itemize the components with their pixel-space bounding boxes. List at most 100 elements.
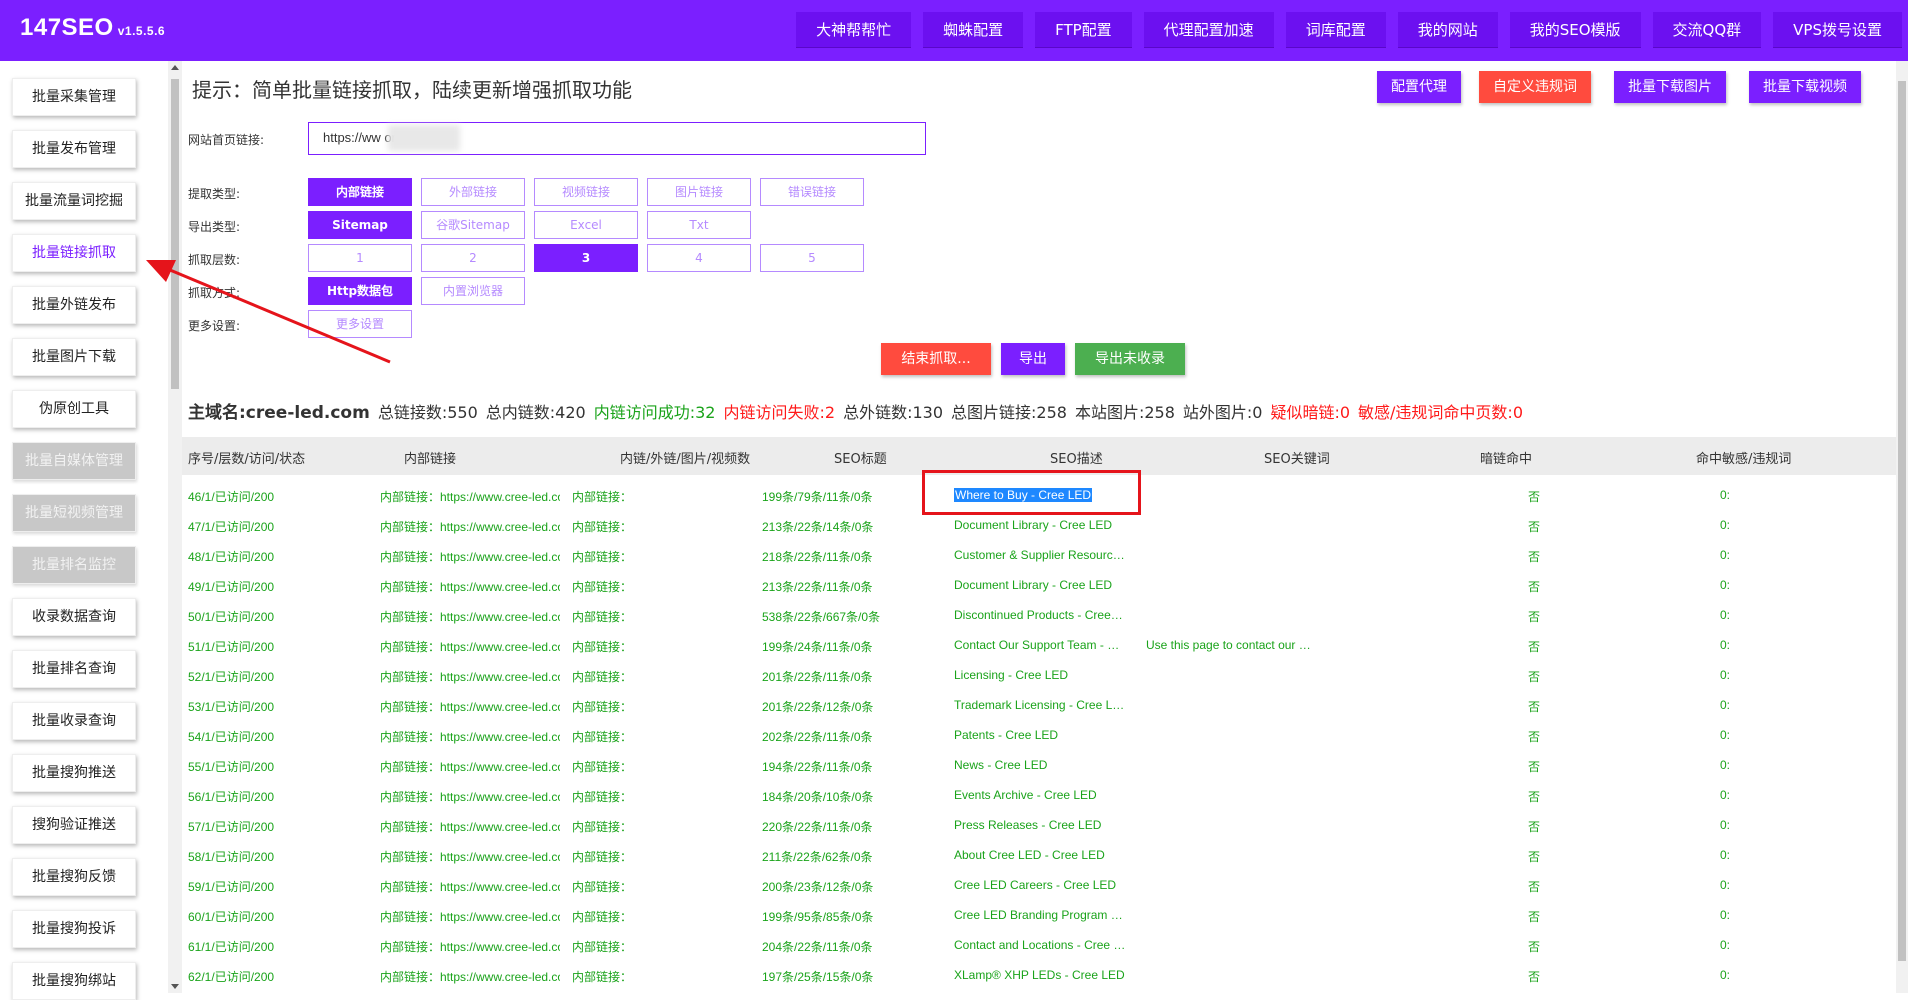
- annotation-highlight-box: [922, 470, 1141, 515]
- stat-external-links: 总外链数:130: [843, 403, 943, 422]
- main-scroll-thumb[interactable]: [1898, 81, 1906, 961]
- nav-seo-templates-button[interactable]: 我的SEO模版: [1509, 12, 1641, 48]
- cell-internal-link: 内部链接：https://www.cree-led.com/: [380, 940, 560, 954]
- table-row[interactable]: 58/1/已访问/200 内部链接：https://www.cree-led.co…: [188, 848, 1888, 878]
- sidebar-item-sogou-push[interactable]: 批量搜狗推送: [12, 754, 136, 792]
- sidebar-item-sogou-feedback[interactable]: 批量搜狗反馈: [12, 858, 136, 896]
- extract-external-option[interactable]: 外部链接: [421, 178, 525, 206]
- config-proxy-button[interactable]: 配置代理: [1377, 71, 1461, 103]
- cell-hidden-link: 否: [1528, 820, 1541, 834]
- batch-download-videos-button[interactable]: 批量下载视频: [1749, 71, 1861, 103]
- nav-help-button[interactable]: 大神帮帮忙: [796, 12, 912, 48]
- stop-crawl-button[interactable]: 结束抓取...: [881, 343, 991, 375]
- cell-link-type: 内部链接：: [572, 910, 633, 924]
- nav-my-sites-button[interactable]: 我的网站: [1397, 12, 1498, 48]
- sidebar-scrollbar[interactable]: [168, 61, 182, 993]
- depth-4-option[interactable]: 4: [647, 244, 751, 272]
- sidebar-item-batch-publish[interactable]: 批量发布管理: [12, 130, 136, 168]
- table-row[interactable]: 47/1/已访问/200 内部链接：https://www.cree-led.co…: [188, 518, 1888, 548]
- scroll-up-icon[interactable]: [171, 65, 179, 70]
- table-row[interactable]: 59/1/已访问/200 内部链接：https://www.cree-led.co…: [188, 878, 1888, 908]
- sidebar-item-rank-monitor[interactable]: 批量排名监控: [12, 546, 136, 584]
- depth-1-option[interactable]: 1: [308, 244, 412, 272]
- sidebar-item-backlink-publish[interactable]: 批量外链发布: [12, 286, 136, 324]
- table-row[interactable]: 50/1/已访问/200 内部链接：https://www.cree-led.co…: [188, 608, 1888, 638]
- sidebar-item-image-download[interactable]: 批量图片下载: [12, 338, 136, 376]
- nav-qq-group-button[interactable]: 交流QQ群: [1652, 12, 1762, 48]
- table-row[interactable]: 56/1/已访问/200 内部链接：https://www.cree-led.co…: [188, 788, 1888, 818]
- custom-violation-words-button[interactable]: 自定义违规词: [1479, 71, 1591, 103]
- extract-type-label: 提取类型:: [188, 187, 241, 201]
- cell-sensitive-hit: 0:: [1720, 818, 1731, 832]
- sidebar-item-media-manage[interactable]: 批量自媒体管理: [12, 442, 136, 480]
- nav-spider-config-button[interactable]: 蜘蛛配置: [923, 12, 1024, 48]
- cell-sensitive-hit: 0:: [1720, 668, 1731, 682]
- cell-seq: 61/1/已访问/200: [188, 940, 275, 954]
- export-google-sitemap-option[interactable]: 谷歌Sitemap: [421, 211, 525, 239]
- extract-error-option[interactable]: 错误链接: [760, 178, 864, 206]
- depth-2-option[interactable]: 2: [421, 244, 525, 272]
- sidebar-item-batch-collect[interactable]: 批量采集管理: [12, 78, 136, 116]
- url-label: 网站首页链接:: [188, 133, 265, 147]
- sidebar-item-sogou-bind[interactable]: 批量搜狗绑站: [12, 962, 136, 1000]
- cell-counts: 201条/22条/12条/0条: [762, 700, 874, 714]
- export-excel-option[interactable]: Excel: [534, 211, 638, 239]
- cell-seo-title: Licensing - Cree LED: [954, 668, 1069, 682]
- table-row[interactable]: 62/1/已访问/200 内部链接：https://www.cree-led.co…: [188, 968, 1888, 998]
- stat-sensitive-pages: 敏感/违规词命中页数:0: [1358, 403, 1523, 422]
- cell-internal-link: 内部链接：https://www.cree-led.com/: [380, 790, 560, 804]
- nav-wordlib-config-button[interactable]: 词库配置: [1285, 12, 1386, 48]
- table-row[interactable]: 49/1/已访问/200 内部链接：https://www.cree-led.co…: [188, 578, 1888, 608]
- sidebar-scroll-thumb[interactable]: [171, 79, 179, 389]
- export-unindexed-button[interactable]: 导出未收录: [1075, 343, 1185, 375]
- export-sitemap-option[interactable]: Sitemap: [308, 211, 412, 239]
- cell-counts: 199条/79条/11条/0条: [762, 490, 873, 504]
- table-row[interactable]: 52/1/已访问/200 内部链接：https://www.cree-led.co…: [188, 668, 1888, 698]
- more-settings-button[interactable]: 更多设置: [308, 310, 412, 338]
- cell-internal-link: 内部链接：https://www.cree-led.com/: [380, 520, 560, 534]
- table-row[interactable]: 57/1/已访问/200 内部链接：https://www.cree-led.co…: [188, 818, 1888, 848]
- table-row[interactable]: 48/1/已访问/200 内部链接：https://www.cree-led.co…: [188, 548, 1888, 578]
- sidebar-item-pseudo-original[interactable]: 伪原创工具: [12, 390, 136, 428]
- cell-seq: 57/1/已访问/200: [188, 820, 275, 834]
- table-row[interactable]: 51/1/已访问/200 内部链接：https://www.cree-led.co…: [188, 638, 1888, 668]
- extract-image-option[interactable]: 图片链接: [647, 178, 751, 206]
- sidebar-item-sogou-verify-push[interactable]: 搜狗验证推送: [12, 806, 136, 844]
- table-row[interactable]: 60/1/已访问/200 内部链接：https://www.cree-led.co…: [188, 908, 1888, 938]
- extract-video-option[interactable]: 视频链接: [534, 178, 638, 206]
- sidebar-item-batch-index-query[interactable]: 批量收录查询: [12, 702, 136, 740]
- main-scrollbar[interactable]: [1896, 61, 1908, 993]
- sidebar-item-rank-query[interactable]: 批量排名查询: [12, 650, 136, 688]
- extract-internal-option[interactable]: 内部链接: [308, 178, 412, 206]
- cell-seo-title: Contact Our Support Team - Cree LED: [954, 638, 1126, 652]
- cell-seq: 62/1/已访问/200: [188, 970, 275, 984]
- sidebar-item-traffic-words[interactable]: 批量流量词挖掘: [12, 182, 136, 220]
- nav-vps-dial-button[interactable]: VPS拨号设置: [1773, 12, 1902, 48]
- sidebar-item-index-query[interactable]: 收录数据查询: [12, 598, 136, 636]
- cell-hidden-link: 否: [1528, 760, 1541, 774]
- table-row[interactable]: 54/1/已访问/200 内部链接：https://www.cree-led.co…: [188, 728, 1888, 758]
- export-txt-option[interactable]: Txt: [647, 211, 751, 239]
- mode-http-option[interactable]: Http数据包: [308, 277, 412, 305]
- nav-ftp-config-button[interactable]: FTP配置: [1035, 12, 1132, 48]
- cell-hidden-link: 否: [1528, 640, 1541, 654]
- col-seo-title: SEO标题: [834, 452, 887, 467]
- table-row[interactable]: 53/1/已访问/200 内部链接：https://www.cree-led.co…: [188, 698, 1888, 728]
- cell-counts: 202条/22条/11条/0条: [762, 730, 873, 744]
- sidebar-item-short-video[interactable]: 批量短视频管理: [12, 494, 136, 532]
- mode-browser-option[interactable]: 内置浏览器: [421, 277, 525, 305]
- sidebar-item-link-crawl[interactable]: 批量链接抓取: [12, 234, 136, 272]
- cell-counts: 199条/24条/11条/0条: [762, 640, 873, 654]
- batch-download-images-button[interactable]: 批量下载图片: [1614, 71, 1726, 103]
- depth-3-option[interactable]: 3: [534, 244, 638, 272]
- cell-link-type: 内部链接：: [572, 640, 633, 654]
- table-row[interactable]: 55/1/已访问/200 内部链接：https://www.cree-led.co…: [188, 758, 1888, 788]
- col-counts: 内链/外链/图片/视频数: [620, 452, 751, 467]
- table-row[interactable]: 61/1/已访问/200 内部链接：https://www.cree-led.co…: [188, 938, 1888, 968]
- scroll-down-icon[interactable]: [171, 984, 179, 989]
- depth-5-option[interactable]: 5: [760, 244, 864, 272]
- export-button[interactable]: 导出: [1001, 343, 1065, 375]
- nav-proxy-config-button[interactable]: 代理配置加速: [1143, 12, 1274, 48]
- sidebar-item-sogou-complaint[interactable]: 批量搜狗投诉: [12, 910, 136, 948]
- cell-hidden-link: 否: [1528, 700, 1541, 714]
